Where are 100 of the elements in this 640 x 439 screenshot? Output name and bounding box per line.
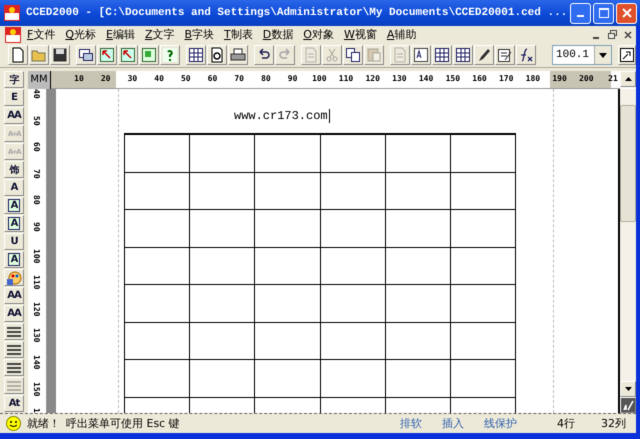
formula-icon [518, 47, 534, 63]
toolbar-button[interactable] [76, 45, 96, 65]
tool-button[interactable]: AA [4, 107, 24, 124]
toolbar-button[interactable] [97, 45, 117, 65]
toolbar-button[interactable] [453, 45, 473, 65]
menu-item[interactable]: B字块 [180, 26, 220, 43]
tool-button[interactable]: A [4, 179, 24, 196]
window-icon [78, 47, 94, 63]
paste-icon [366, 47, 382, 63]
tool-button[interactable]: A [4, 215, 24, 232]
tool-button[interactable] [4, 341, 24, 358]
cursor-position: 32列 [601, 416, 626, 431]
ruler-unit: MM [28, 71, 51, 89]
toolbar-button[interactable] [160, 45, 180, 65]
zoom-dropdown[interactable]: 100.1 [552, 45, 612, 65]
tool-button[interactable]: At [4, 395, 24, 412]
toolbar-button[interactable] [186, 45, 206, 65]
tool-button[interactable] [4, 323, 24, 340]
scroll-down-button[interactable] [620, 381, 636, 397]
menu-item[interactable]: Z文字 [140, 26, 180, 43]
toolbar-button[interactable] [118, 45, 138, 65]
toolbar-button[interactable] [432, 45, 452, 65]
zoom-page-icon [619, 47, 635, 63]
app-icon [4, 26, 22, 42]
menu-item[interactable]: W视窗 [338, 26, 382, 43]
toolbar-button[interactable] [139, 45, 159, 65]
copy-icon [345, 47, 361, 63]
preview-icon [209, 47, 225, 63]
mode-indicator: 线保护 [484, 416, 517, 431]
menu-item[interactable]: T制表 [219, 26, 258, 43]
text-cursor [328, 109, 330, 123]
toolbar-button[interactable] [207, 45, 227, 65]
palette-icon [6, 270, 22, 286]
lines-icon [6, 360, 22, 374]
toolbar-button[interactable] [618, 45, 636, 65]
menu-item[interactable]: O对象 [298, 26, 339, 43]
document-text: www.cr173.com [234, 109, 328, 123]
printer-icon [230, 47, 246, 63]
toolbar-button[interactable] [495, 45, 515, 65]
menu-item[interactable]: D数据 [258, 26, 298, 43]
toolbar-button[interactable] [474, 45, 494, 65]
toolbar-button[interactable] [228, 45, 248, 65]
close-button[interactable] [616, 2, 637, 24]
tool-button[interactable]: 字 [4, 71, 24, 88]
tool-button[interactable] [4, 359, 24, 376]
tool-button[interactable]: AA [4, 287, 24, 304]
restore-icon [608, 30, 616, 39]
help-icon [162, 47, 178, 63]
vertical-ruler: 40 50 60 70 80 90 100 110 120 130 140 150 1 [28, 89, 47, 413]
lines-icon [6, 378, 22, 392]
minimize-button[interactable] [570, 2, 591, 24]
close-icon [622, 8, 632, 18]
scrollbar-thumb[interactable] [620, 105, 636, 222]
cursor-position: 4行 [557, 416, 575, 431]
up-arrow-icon [624, 77, 632, 81]
tool-button[interactable] [4, 269, 24, 286]
maximize-icon [598, 8, 608, 18]
grid-icon [188, 47, 204, 63]
horizontal-ruler: 10 20 30 40 50 60 70 80 90 100 110 120 130 140 150 160 170 180 190 200 21 [51, 71, 620, 89]
toolbar-button[interactable] [411, 45, 431, 65]
mode-indicator: 排软 [400, 416, 422, 431]
toolbar-button[interactable] [343, 45, 363, 65]
status-hint: 呼出菜单可使用 Esc 键 [66, 416, 180, 431]
grid-icon [455, 47, 471, 63]
smiley-icon [6, 416, 21, 431]
menu-item[interactable]: F文件 [22, 26, 60, 43]
lines-icon [6, 324, 22, 338]
vertical-scrollbar[interactable] [620, 89, 636, 413]
maximize-button[interactable] [593, 2, 614, 24]
app-icon [4, 5, 20, 21]
toolbar-button[interactable] [50, 45, 70, 65]
down-arrow-icon [624, 387, 632, 391]
minimize-icon [577, 15, 584, 17]
text-icon [413, 47, 429, 63]
scroll-up-button[interactable] [620, 71, 636, 87]
tool-button[interactable]: A [4, 251, 24, 268]
menu-item[interactable]: E编辑 [101, 26, 140, 43]
tool-button[interactable]: AA [4, 305, 24, 322]
grid-icon [434, 47, 450, 63]
toolbar-button[interactable] [254, 45, 274, 65]
doc-icon [303, 47, 319, 63]
menu-item[interactable]: Q光标 [60, 26, 101, 43]
dropdown-arrow-icon [599, 52, 607, 58]
shape-icon [141, 47, 157, 63]
note-icon [497, 47, 513, 63]
tool-button[interactable]: A [4, 197, 24, 214]
scissors-icon [324, 47, 340, 63]
toolbar-button[interactable] [516, 45, 536, 65]
toolbar-button[interactable] [8, 45, 28, 65]
menu-item[interactable]: A辅助 [382, 26, 422, 43]
page-icon [10, 47, 26, 63]
window-title: CCED2000 - [C:\Documents and Settings\Administrator\My Documents\CCED20001.ced ... [26, 7, 568, 19]
mode-indicator: 插入 [442, 416, 464, 431]
tool-button[interactable]: U [4, 233, 24, 250]
tool-button[interactable]: 饰 [4, 161, 24, 178]
tool-button[interactable]: E [4, 89, 24, 106]
page-toggle-button[interactable] [620, 397, 636, 413]
status-message: 就绪！ [27, 416, 60, 431]
minimize-icon [593, 36, 599, 38]
lines-icon [6, 342, 22, 356]
